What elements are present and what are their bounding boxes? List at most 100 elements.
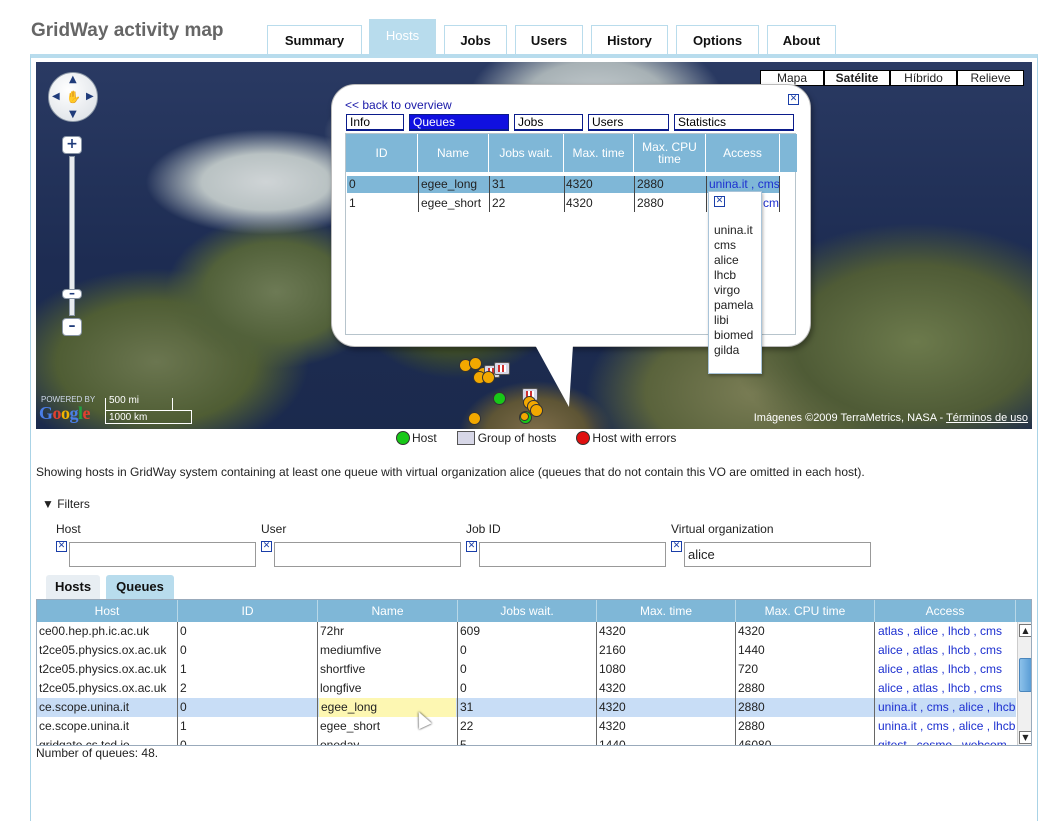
clear-vo-icon[interactable]: ✕: [671, 541, 682, 552]
popup-tab-statistics[interactable]: Statistics: [674, 114, 794, 131]
scale-miles: 500 mi: [109, 395, 140, 406]
cell-jobs-wait: 5: [460, 738, 467, 746]
host-marker[interactable]: [482, 371, 495, 384]
popup-col-name[interactable]: Name: [418, 134, 489, 172]
user-filter-input[interactable]: [274, 542, 461, 567]
tab-bottom-hosts[interactable]: Hosts: [46, 575, 100, 599]
cell-name: egee_short: [320, 719, 381, 733]
vo-item: lhcb: [714, 268, 737, 282]
popup-col-max-time[interactable]: Max. time: [564, 134, 634, 172]
pan-up-icon[interactable]: ▲: [69, 74, 77, 85]
pan-left-icon[interactable]: ◀: [52, 91, 60, 102]
terms-link[interactable]: Términos de uso: [946, 412, 1028, 424]
table-row[interactable]: ce00.hep.ph.ic.ac.uk 0 72hr 609 4320 432…: [37, 622, 1016, 641]
scroll-up-icon[interactable]: ▲: [1019, 624, 1031, 637]
table-row[interactable]: gridgate.cs.tcd.ie 0 oneday 5 1440 46080…: [37, 736, 1016, 746]
zoom-out-button[interactable]: –: [62, 318, 82, 336]
clear-user-icon[interactable]: ✕: [261, 541, 272, 552]
maptype-satelite[interactable]: Satélite: [824, 70, 890, 86]
popup-col-max-cpu[interactable]: Max. CPU time: [634, 134, 706, 172]
popup-col-id[interactable]: ID: [346, 134, 418, 172]
popup-col-divider: [418, 176, 419, 212]
table-row[interactable]: t2ce05.physics.ox.ac.uk 2 longfive 0 432…: [37, 679, 1016, 698]
cell-id: 0: [180, 643, 187, 657]
col-host[interactable]: Host: [37, 600, 178, 622]
cell-access[interactable]: unina.it , cms , alice , lhcb: [876, 719, 1016, 733]
tab-summary[interactable]: Summary: [267, 25, 362, 55]
close-icon[interactable]: ✕: [788, 94, 799, 105]
scroll-thumb[interactable]: [1019, 658, 1031, 692]
pan-right-icon[interactable]: ▶: [86, 91, 94, 102]
table-row-selected[interactable]: ce.scope.unina.it 0 egee_long 31 4320 28…: [37, 698, 1016, 717]
col-divider: [735, 622, 736, 745]
queue-count: Number of queues: 48.: [36, 746, 159, 760]
table-row[interactable]: t2ce05.physics.ox.ac.uk 1 shortfive 0 10…: [37, 660, 1016, 679]
zoom-slider-thumb[interactable]: –: [62, 287, 82, 300]
cell-name: mediumfive: [320, 643, 382, 657]
pan-control[interactable]: ▲ ▼ ◀ ▶ ✋: [48, 72, 98, 122]
cell-access[interactable]: atlas , alice , lhcb , cms: [876, 624, 1016, 638]
error-dot-icon: [576, 431, 591, 445]
pan-down-icon[interactable]: ▼: [69, 109, 77, 120]
cell-max-time: 4320: [599, 681, 626, 695]
cell-host: ce.scope.unina.it: [39, 700, 130, 714]
tab-users[interactable]: Users: [515, 25, 583, 55]
col-id[interactable]: ID: [178, 600, 318, 622]
table-row[interactable]: t2ce05.physics.ox.ac.uk 0 mediumfive 0 2…: [37, 641, 1016, 660]
tab-jobs[interactable]: Jobs: [444, 25, 507, 55]
col-max-time[interactable]: Max. time: [597, 600, 736, 622]
host-marker[interactable]: [468, 412, 481, 425]
popup-col-jobs-wait[interactable]: Jobs wait.: [489, 134, 564, 172]
cell-max-cpu: 1440: [738, 643, 765, 657]
cell-access[interactable]: unina.it , cms , alice , lhcb: [876, 700, 1016, 714]
vo-filter-input[interactable]: alice: [684, 542, 871, 567]
clear-host-icon[interactable]: ✕: [56, 541, 67, 552]
popup-col-divider: [779, 176, 780, 212]
host-filter-input[interactable]: [69, 542, 256, 567]
tab-options[interactable]: Options: [676, 25, 759, 55]
tab-history[interactable]: History: [591, 25, 668, 55]
cell-id: 1: [180, 719, 187, 733]
cell-jobs-wait: 0: [460, 681, 467, 695]
google-logo[interactable]: Google: [39, 403, 91, 424]
popup-col-access[interactable]: Access: [706, 134, 780, 172]
cell-max-time: 4320: [599, 624, 626, 638]
info-window-tail: [535, 345, 573, 407]
host-group-marker[interactable]: [494, 362, 510, 375]
maptype-relieve[interactable]: Relieve: [957, 70, 1024, 86]
scale-tick: [172, 398, 173, 410]
table-row[interactable]: ce.scope.unina.it 1 egee_short 22 4320 2…: [37, 717, 1016, 736]
col-name[interactable]: Name: [318, 600, 458, 622]
host-marker[interactable]: [493, 392, 506, 405]
back-to-overview-link[interactable]: << back to overview: [345, 98, 452, 112]
col-access[interactable]: Access: [875, 600, 1016, 622]
col-max-cpu[interactable]: Max. CPU time: [736, 600, 875, 622]
cell-access[interactable]: gitest , cosmo , webcom: [876, 738, 1016, 745]
tab-hosts[interactable]: Hosts: [369, 19, 436, 55]
popup-tab-jobs[interactable]: Jobs: [514, 114, 583, 131]
maptype-hibrido[interactable]: Híbrido: [890, 70, 957, 86]
filters-toggle[interactable]: ▼ Filters: [42, 497, 90, 511]
host-marker[interactable]: [520, 412, 529, 421]
popup-cell-access[interactable]: unina.it , cms: [709, 177, 779, 191]
popup-tab-info[interactable]: Info: [346, 114, 404, 131]
col-jobs-wait[interactable]: Jobs wait.: [458, 600, 597, 622]
col-divider: [317, 622, 318, 745]
clear-jobid-icon[interactable]: ✕: [466, 541, 477, 552]
vo-item: libi: [714, 313, 729, 327]
cell-max-cpu: 2880: [738, 681, 765, 695]
cell-max-cpu: 46080: [738, 738, 772, 746]
grid-scrollbar[interactable]: ▲ ▼: [1017, 622, 1031, 745]
tab-bottom-queues[interactable]: Queues: [106, 575, 174, 599]
zoom-in-button[interactable]: +: [62, 136, 82, 154]
access-close-icon[interactable]: ✕: [714, 196, 725, 207]
cell-access[interactable]: alice , atlas , lhcb , cms: [876, 643, 1016, 657]
popup-cell-access[interactable]: cm: [763, 196, 779, 210]
cell-access[interactable]: alice , atlas , lhcb , cms: [876, 681, 1016, 695]
popup-tab-users[interactable]: Users: [588, 114, 669, 131]
cell-access[interactable]: alice , atlas , lhcb , cms: [876, 662, 1016, 676]
jobid-filter-input[interactable]: [479, 542, 666, 567]
tab-about[interactable]: About: [767, 25, 836, 55]
scroll-down-icon[interactable]: ▼: [1019, 731, 1031, 744]
popup-tab-queues[interactable]: Queues: [409, 114, 509, 131]
